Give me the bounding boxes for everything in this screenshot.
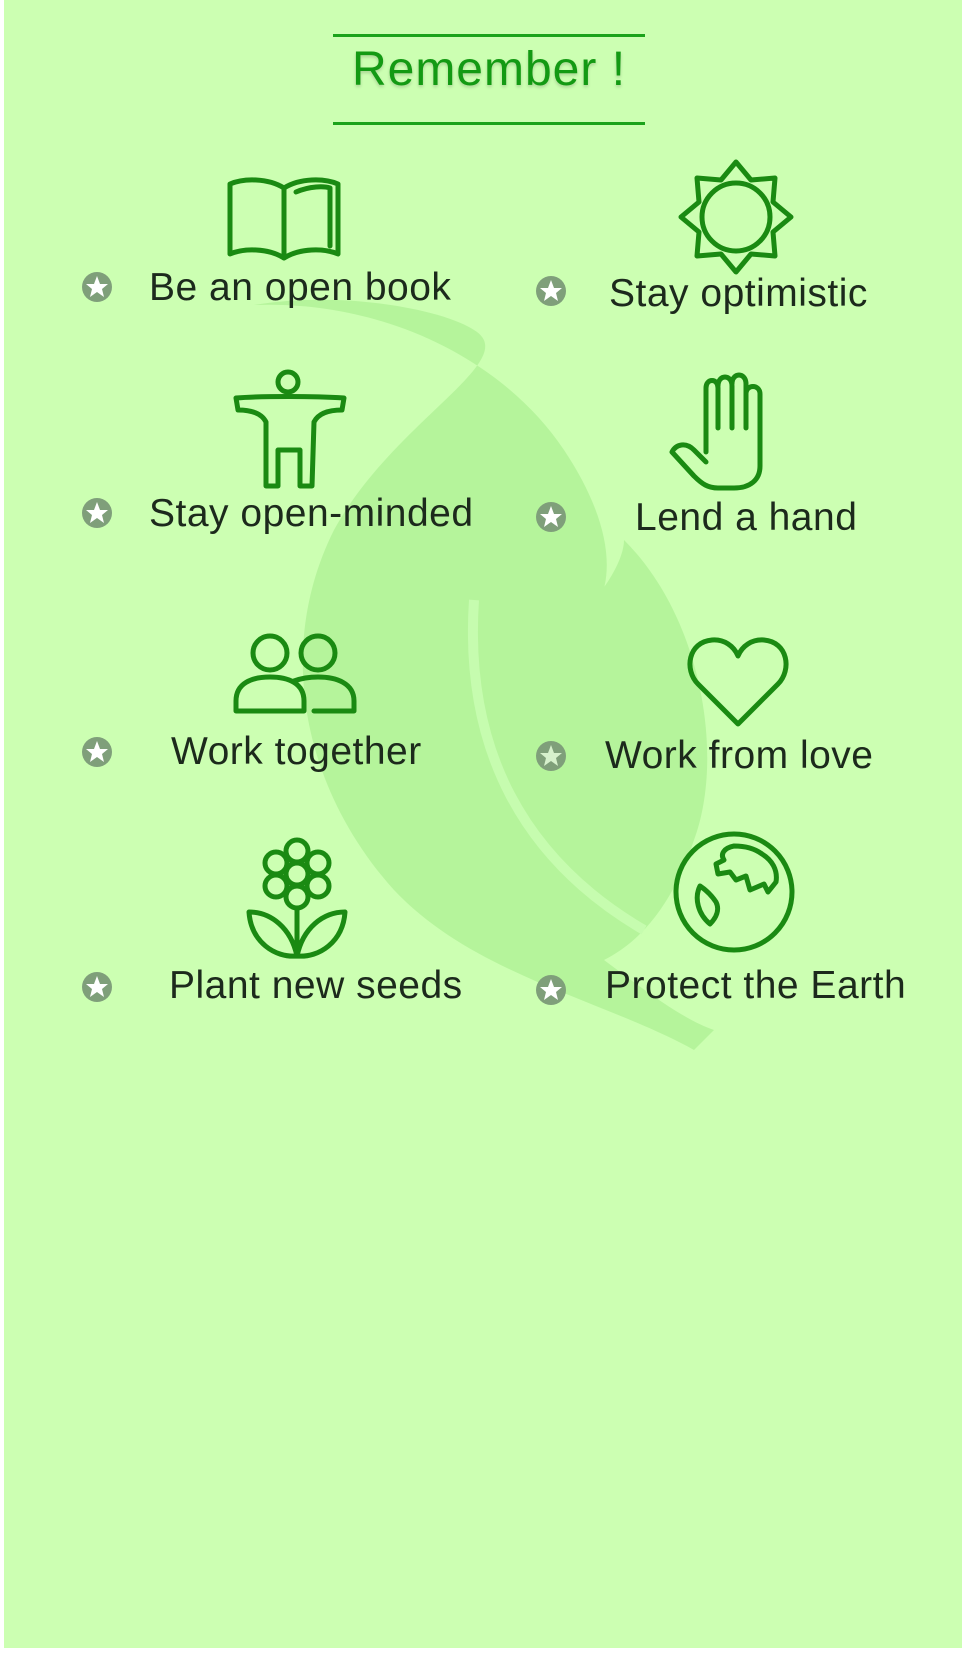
person-open-arms-icon [232, 369, 350, 489]
hand-icon [668, 372, 784, 492]
two-people-icon [232, 633, 358, 717]
star-bullet-icon [535, 740, 567, 772]
item-label: Work together [171, 730, 422, 773]
star-bullet-icon [81, 271, 113, 303]
item-label: Protect the Earth [605, 964, 907, 1007]
open-book-icon [226, 174, 342, 264]
flower-icon [245, 837, 349, 960]
star-bullet-icon [535, 275, 567, 307]
item-label: Stay optimistic [609, 272, 868, 315]
title-bottom-rule [333, 122, 645, 125]
item-label: Plant new seeds [169, 964, 463, 1007]
item-label: Work from love [605, 734, 874, 777]
sun-icon [677, 158, 795, 276]
earth-icon [672, 830, 796, 954]
item-label: Lend a hand [635, 496, 858, 539]
star-bullet-icon [81, 497, 113, 529]
star-bullet-icon [81, 971, 113, 1003]
star-bullet-icon [535, 501, 567, 533]
leaf-background-icon [254, 299, 714, 1051]
star-bullet-icon [535, 974, 567, 1006]
heart-icon [687, 636, 789, 728]
star-bullet-icon [81, 736, 113, 768]
page-title: Remember ! [351, 43, 627, 96]
item-label: Be an open book [149, 266, 452, 309]
poster: Remember ! Be an open book Stay optimist… [4, 0, 962, 1648]
title-top-rule [333, 34, 645, 37]
item-label: Stay open-minded [149, 492, 474, 535]
